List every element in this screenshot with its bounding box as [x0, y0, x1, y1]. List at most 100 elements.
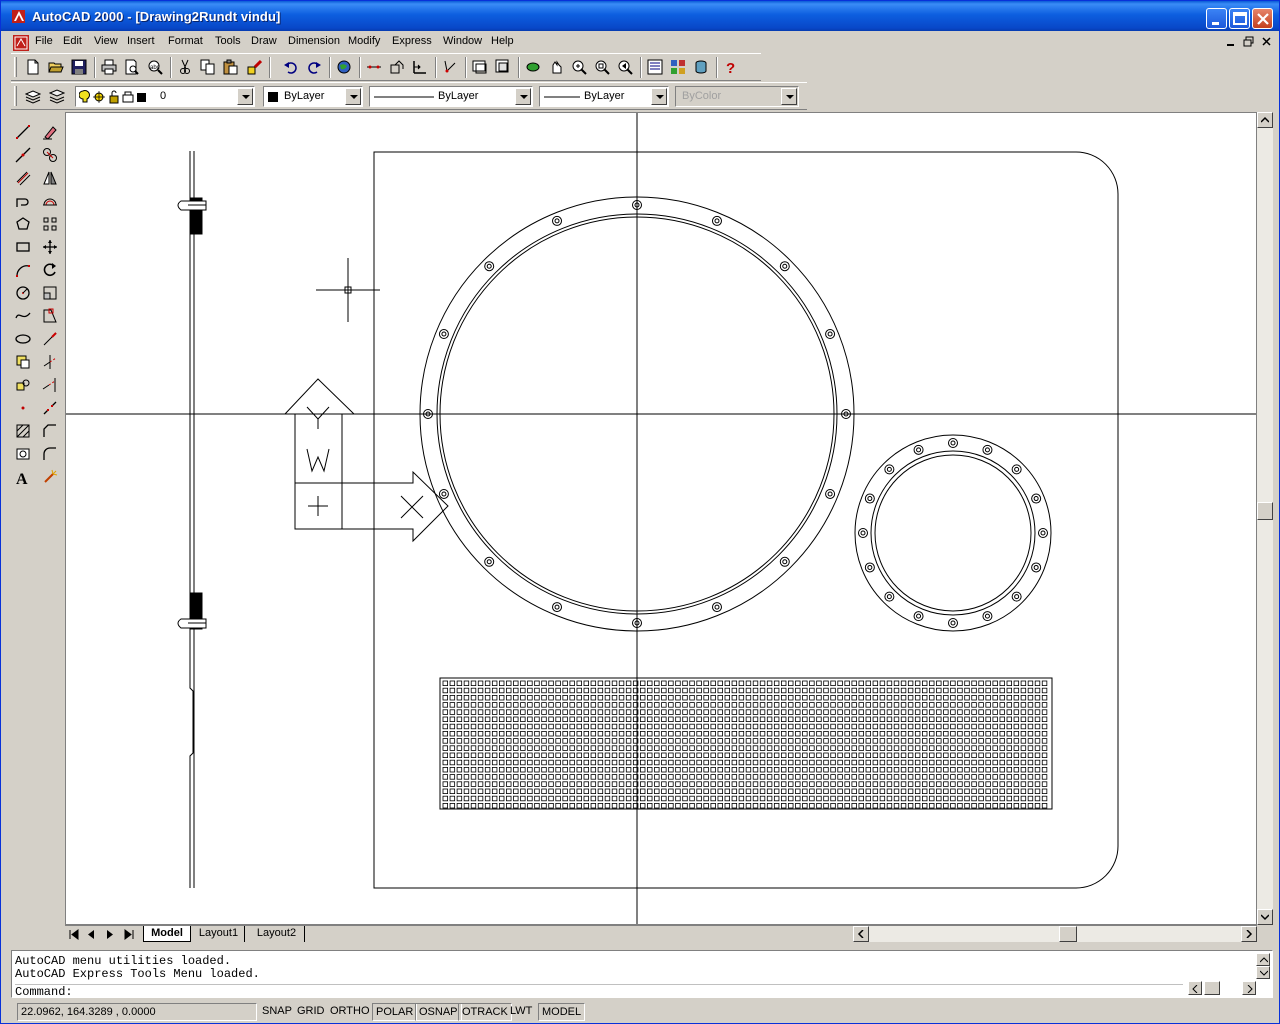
- offset-button[interactable]: [39, 190, 61, 212]
- linetype-dropdown-arrow[interactable]: [515, 88, 531, 105]
- lineweight-dropdown-arrow[interactable]: [651, 88, 667, 105]
- lineweight-dropdown[interactable]: ByLayer: [539, 86, 669, 107]
- otrack-toggle[interactable]: OTRACK: [458, 1003, 512, 1021]
- menu-draw[interactable]: Draw: [251, 35, 277, 47]
- dbconnect-button[interactable]: [691, 57, 713, 79]
- object-snap-button[interactable]: [387, 57, 409, 79]
- zoom-previous-button[interactable]: [615, 57, 637, 79]
- adcenter-button[interactable]: [668, 57, 690, 79]
- text-button[interactable]: A: [12, 466, 34, 488]
- circle-button[interactable]: [12, 282, 34, 304]
- close-button[interactable]: [1252, 8, 1273, 29]
- maximize-button[interactable]: [1229, 8, 1250, 29]
- zoom-realtime-button[interactable]: [569, 57, 591, 79]
- hyperlink-button[interactable]: [364, 57, 386, 79]
- autocad-app-icon[interactable]: [11, 8, 27, 24]
- menu-modify[interactable]: Modify: [348, 35, 380, 47]
- redo-button[interactable]: [304, 57, 326, 79]
- menu-express[interactable]: Express: [392, 35, 432, 47]
- menu-help[interactable]: Help: [491, 35, 514, 47]
- polar-toggle[interactable]: POLAR: [372, 1003, 418, 1021]
- horizontal-scrollbar[interactable]: [853, 926, 1257, 942]
- menu-edit[interactable]: Edit: [63, 35, 82, 47]
- command-prompt[interactable]: Command:: [15, 984, 1183, 999]
- ucs-button[interactable]: [410, 57, 432, 79]
- break-button[interactable]: [39, 397, 61, 419]
- menu-file[interactable]: File: [35, 35, 53, 47]
- ellipse-button[interactable]: [12, 328, 34, 350]
- scroll-down-button[interactable]: [1257, 909, 1273, 925]
- layer-dropdown-arrow[interactable]: [237, 88, 253, 105]
- snap-toggle[interactable]: SNAP: [259, 1003, 295, 1021]
- arc-button[interactable]: [12, 259, 34, 281]
- fillet-button[interactable]: [39, 443, 61, 465]
- make-block-button[interactable]: [12, 374, 34, 396]
- layers-button[interactable]: [47, 86, 69, 108]
- line-button[interactable]: [12, 121, 34, 143]
- web-button[interactable]: [334, 57, 356, 79]
- zoom-window-button[interactable]: [592, 57, 614, 79]
- erase-button[interactable]: [39, 121, 61, 143]
- scale-button[interactable]: [39, 282, 61, 304]
- linetype-dropdown[interactable]: ByLayer: [369, 86, 533, 107]
- insert-block-button[interactable]: [12, 351, 34, 373]
- document-icon[interactable]: [13, 35, 29, 51]
- distance-button[interactable]: [440, 57, 462, 79]
- open-button[interactable]: [46, 57, 68, 79]
- move-button[interactable]: [39, 236, 61, 258]
- aerial-view-button[interactable]: [470, 57, 492, 79]
- vertical-scroll-thumb[interactable]: [1257, 502, 1273, 520]
- copy-object-button[interactable]: [39, 144, 61, 166]
- spelling-button[interactable]: abc: [145, 57, 167, 79]
- new-button[interactable]: [23, 57, 45, 79]
- properties-button[interactable]: [645, 57, 667, 79]
- region-button[interactable]: [12, 443, 34, 465]
- array-button[interactable]: [39, 213, 61, 235]
- point-button[interactable]: [12, 397, 34, 419]
- polyline-button[interactable]: [12, 190, 34, 212]
- menu-tools[interactable]: Tools: [215, 35, 241, 47]
- command-scroll-up[interactable]: [1256, 953, 1270, 966]
- tab-layout2[interactable]: Layout2: [249, 926, 305, 942]
- construction-line-button[interactable]: [12, 144, 34, 166]
- polygon-button[interactable]: [12, 213, 34, 235]
- scroll-left-button[interactable]: [853, 926, 869, 942]
- ortho-toggle[interactable]: ORTHO: [327, 1003, 373, 1021]
- lwt-toggle[interactable]: LWT: [507, 1003, 535, 1021]
- vertical-scrollbar[interactable]: [1257, 112, 1273, 925]
- print-preview-button[interactable]: [122, 57, 144, 79]
- scroll-up-button[interactable]: [1257, 112, 1273, 128]
- command-scroll-right[interactable]: [1242, 981, 1256, 995]
- help-button[interactable]: ?: [721, 57, 743, 79]
- scroll-right-button[interactable]: [1241, 926, 1257, 942]
- menu-format[interactable]: Format: [168, 35, 203, 47]
- trim-button[interactable]: [39, 351, 61, 373]
- menu-dimension[interactable]: Dimension: [288, 35, 340, 47]
- grid-toggle[interactable]: GRID: [294, 1003, 328, 1021]
- print-button[interactable]: [99, 57, 121, 79]
- explode-button[interactable]: [39, 466, 61, 488]
- 3d-orbit-button[interactable]: [523, 57, 545, 79]
- undo-button[interactable]: [281, 57, 303, 79]
- command-hscroll-thumb[interactable]: [1204, 981, 1220, 995]
- menu-window[interactable]: Window: [443, 35, 482, 47]
- named-views-button[interactable]: [493, 57, 515, 79]
- color-dropdown[interactable]: ByLayer: [263, 86, 363, 107]
- match-properties-button[interactable]: [244, 57, 266, 79]
- copy-button[interactable]: [198, 57, 220, 79]
- model-toggle[interactable]: MODEL: [538, 1003, 586, 1021]
- rotate-button[interactable]: [39, 259, 61, 281]
- paste-button[interactable]: [221, 57, 243, 79]
- hatch-button[interactable]: [12, 420, 34, 442]
- multiline-button[interactable]: [12, 167, 34, 189]
- coordinates-display[interactable]: 22.0962, 164.3289 , 0.0000: [17, 1003, 257, 1021]
- tab-layout1[interactable]: Layout1: [193, 926, 245, 942]
- command-scroll-down[interactable]: [1256, 966, 1270, 979]
- tab-model[interactable]: Model: [143, 926, 191, 942]
- chamfer-button[interactable]: [39, 420, 61, 442]
- drawing-canvas[interactable]: [65, 112, 1257, 925]
- doc-minimize-icon[interactable]: [1223, 35, 1239, 49]
- osnap-toggle[interactable]: OSNAP: [415, 1003, 462, 1021]
- spline-button[interactable]: [12, 305, 34, 327]
- minimize-button[interactable]: [1206, 8, 1227, 29]
